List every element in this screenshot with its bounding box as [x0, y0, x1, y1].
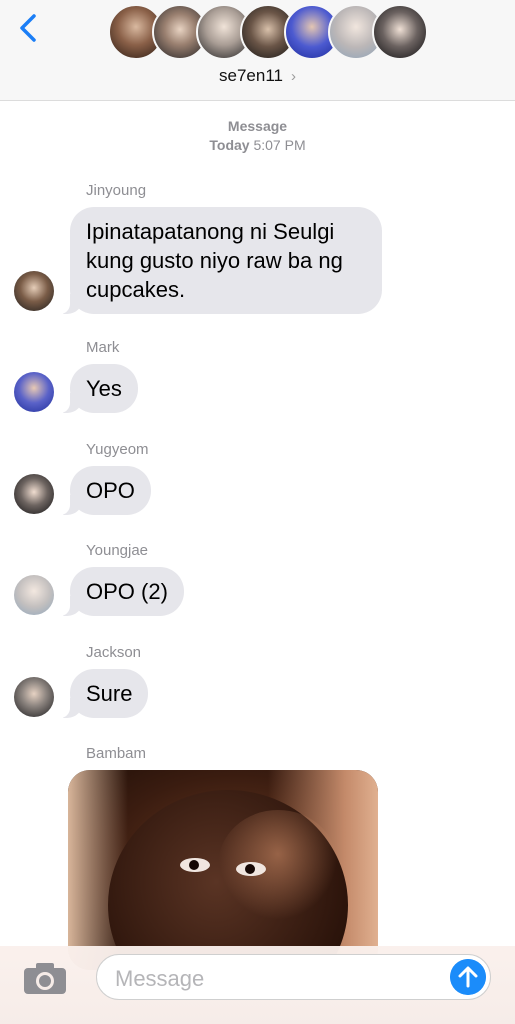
conversation-header: se7en11 ›: [0, 0, 515, 101]
sender-name: Jinyoung: [86, 182, 147, 199]
message-bubble[interactable]: Sure: [59, 669, 149, 718]
sender-name: Yugyeom: [86, 441, 149, 458]
avatar[interactable]: [14, 474, 54, 514]
avatar[interactable]: [14, 575, 54, 615]
timestamp: Message Today 5:07 PM: [0, 117, 515, 155]
message-bubble[interactable]: OPO: [60, 466, 151, 515]
photo-eye: [180, 858, 210, 872]
avatar[interactable]: [14, 372, 54, 412]
message-input[interactable]: Message: [96, 954, 491, 1000]
message-bubble[interactable]: Yes: [60, 364, 138, 413]
sender-name: Youngjae: [86, 542, 149, 559]
group-name-row[interactable]: se7en11 ›: [0, 66, 515, 86]
avatar[interactable]: [14, 677, 54, 717]
composer-bar: Message: [0, 946, 515, 1024]
sender-name: Bambam: [86, 745, 147, 762]
avatar: [372, 4, 428, 60]
message-bubble[interactable]: OPO (2): [60, 567, 184, 616]
photo-message[interactable]: [68, 770, 378, 970]
sender-name: Mark: [86, 339, 120, 356]
avatar[interactable]: [14, 271, 54, 311]
message-bubble[interactable]: Ipinatapatanong ni Seulgi kung gusto niy…: [60, 207, 382, 314]
timestamp-time: 5:07 PM: [253, 137, 306, 153]
camera-icon[interactable]: [22, 960, 68, 996]
photo-highlight: [218, 810, 338, 920]
send-arrow-up-icon[interactable]: [450, 959, 486, 995]
chevron-right-icon: ›: [290, 68, 296, 85]
sender-name: Jackson: [86, 644, 142, 661]
group-name: se7en11: [219, 66, 283, 85]
timestamp-label: Message: [227, 118, 288, 134]
back-chevron-icon[interactable]: [14, 10, 42, 46]
timestamp-day: Today: [209, 137, 250, 153]
message-input-placeholder: Message: [115, 966, 205, 991]
photo-eye: [236, 862, 266, 876]
